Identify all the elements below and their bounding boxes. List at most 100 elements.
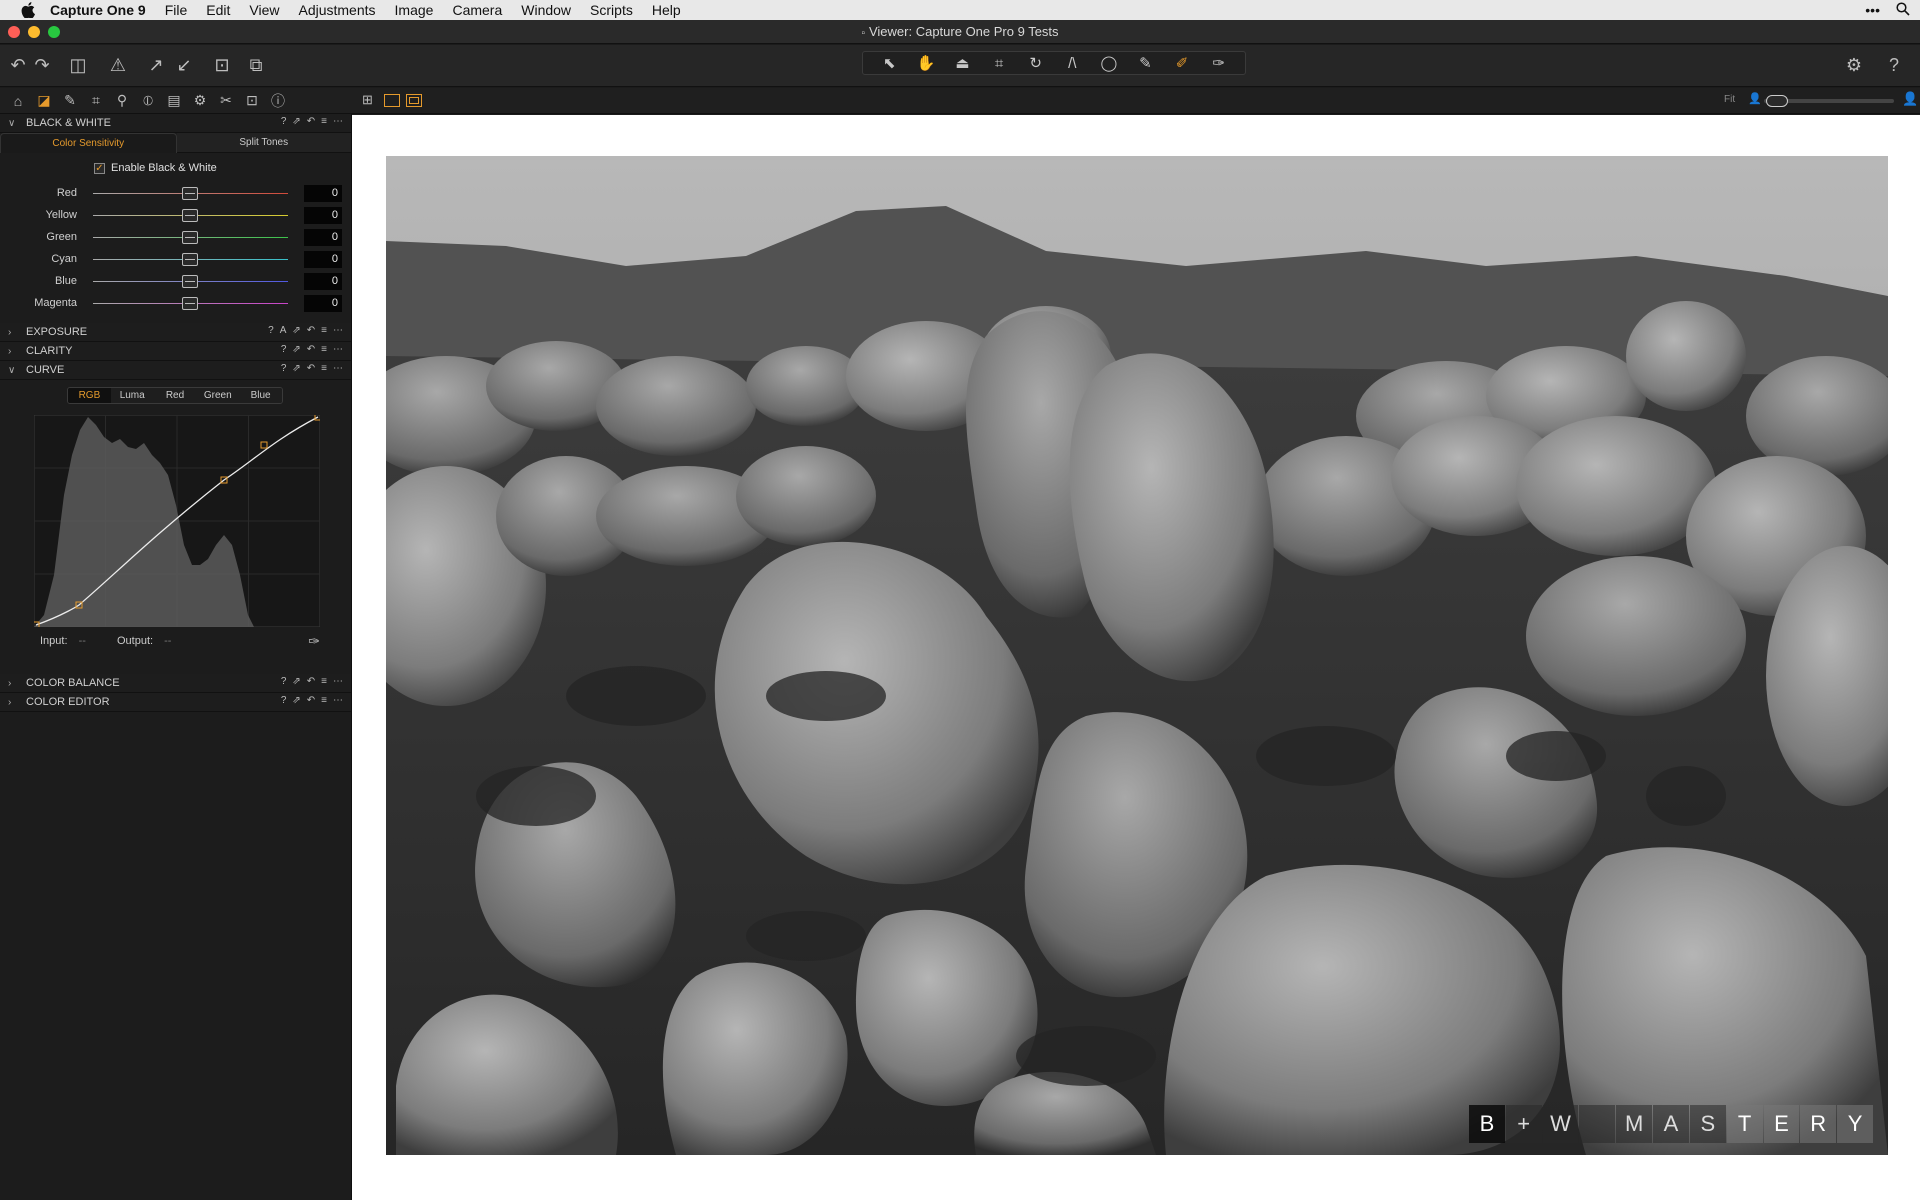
curve-tab-green[interactable]: Green (196, 388, 240, 403)
tool-menu-icon[interactable]: ⋯ (333, 676, 343, 687)
popout-icon[interactable]: ⇗ (292, 695, 300, 706)
slider-value[interactable]: 0 (304, 207, 342, 224)
batch-tab-icon[interactable]: ⊡ (242, 91, 262, 111)
help-icon[interactable]: ? (1882, 53, 1906, 77)
pan-hand-icon[interactable]: ✋ (912, 53, 940, 73)
auto-icon[interactable]: A (280, 325, 287, 336)
apply-adjustments-icon[interactable]: ↙ (172, 53, 196, 77)
tool-menu-icon[interactable]: ⋯ (333, 344, 343, 355)
slider-value[interactable]: 0 (304, 251, 342, 268)
styles-tab-icon[interactable]: ✂ (216, 91, 236, 111)
expand-chevron-icon[interactable]: › (8, 697, 20, 708)
menu-help[interactable]: Help (652, 2, 681, 18)
picker-icon[interactable]: ✑ (1205, 53, 1233, 73)
image-viewer[interactable] (352, 115, 1920, 1200)
copy-adjustments-icon[interactable]: ↗ (144, 53, 168, 77)
help-icon[interactable]: ? (281, 116, 287, 127)
slider-value[interactable]: 0 (304, 229, 342, 246)
popout-icon[interactable]: ⇗ (292, 363, 300, 374)
redo-icon[interactable]: ↷ (30, 53, 54, 77)
brush-icon[interactable]: ✎ (1131, 53, 1159, 73)
tool-menu-icon[interactable]: ⋯ (333, 116, 343, 127)
curve-tab-red[interactable]: Red (153, 388, 197, 403)
menu-file[interactable]: File (165, 2, 188, 18)
slider-value[interactable]: 0 (304, 273, 342, 290)
settings-gear-icon[interactable]: ⚙ (1842, 53, 1866, 77)
undo-icon[interactable]: ↶ (6, 53, 30, 77)
curve-tab-blue[interactable]: Blue (239, 388, 282, 403)
local-adjustments-tab-icon[interactable]: ✎ (60, 91, 80, 111)
details-tab-icon[interactable]: ⚲ (112, 91, 132, 111)
crop-tab-icon[interactable]: ⌗ (86, 91, 106, 111)
tool-menu-icon[interactable]: ⋯ (333, 363, 343, 374)
spot-removal-icon[interactable]: ◯ (1095, 53, 1123, 73)
menu-app-name[interactable]: Capture One 9 (50, 2, 146, 18)
menu-camera[interactable]: Camera (452, 2, 502, 18)
curve-header[interactable]: ∨ CURVE ? ⇗ ↶ ≡ ⋯ (0, 361, 351, 380)
tool-menu-icon[interactable]: ⋯ (333, 325, 343, 336)
reset-icon[interactable]: ↶ (307, 695, 315, 706)
reset-icon[interactable]: ↶ (307, 116, 315, 127)
curve-tab-luma[interactable]: Luma (110, 388, 154, 403)
slider-knob[interactable] (182, 275, 198, 288)
popout-icon[interactable]: ⇗ (292, 325, 300, 336)
slider-knob[interactable] (182, 253, 198, 266)
library-tab-icon[interactable]: ⌂ (8, 91, 28, 111)
rotate-icon[interactable]: ↻ (1022, 53, 1050, 73)
multi-view-icon[interactable] (406, 94, 422, 107)
menu-image[interactable]: Image (395, 2, 434, 18)
keystone-icon[interactable]: /\ (1058, 53, 1086, 73)
crop-icon[interactable]: ⌗ (985, 53, 1013, 73)
reset-icon[interactable]: ↶ (307, 676, 315, 687)
menu-adjustments[interactable]: Adjustments (298, 2, 375, 18)
before-after-icon[interactable]: ◫ (66, 53, 90, 77)
grid-view-icon[interactable]: ⊞ (362, 92, 380, 108)
menu-edit[interactable]: Edit (206, 2, 230, 18)
reset-icon[interactable]: ↶ (307, 344, 315, 355)
curve-tab-rgb[interactable]: RGB (68, 388, 111, 403)
help-icon[interactable]: ? (281, 695, 287, 706)
process-icon[interactable]: ⊡ (210, 53, 234, 77)
color-tab-icon[interactable]: ◪ (34, 91, 54, 111)
popout-icon[interactable]: ⇗ (292, 116, 300, 127)
single-view-icon[interactable] (384, 94, 400, 107)
curve-graph[interactable] (34, 415, 320, 627)
slider-knob[interactable] (182, 231, 198, 244)
color-balance-header[interactable]: › COLOR BALANCE ? ⇗ ↶ ≡ ⋯ (0, 674, 351, 693)
curve-picker-icon[interactable]: ✑ (308, 633, 320, 650)
stamp-icon[interactable]: ⏏ (948, 53, 976, 73)
collapse-chevron-icon[interactable]: ∨ (8, 118, 20, 129)
photo-black-white-rocks[interactable] (386, 156, 1888, 1155)
help-icon[interactable]: ? (281, 363, 287, 374)
expand-chevron-icon[interactable]: › (8, 346, 20, 357)
tool-menu-icon[interactable]: ⋯ (333, 695, 343, 706)
presets-icon[interactable]: ≡ (321, 116, 327, 127)
presets-icon[interactable]: ≡ (321, 676, 327, 687)
menu-window[interactable]: Window (521, 2, 571, 18)
help-icon[interactable]: ? (281, 344, 287, 355)
slider-knob[interactable] (182, 209, 198, 222)
tab-color-sensitivity[interactable]: Color Sensitivity (0, 133, 177, 153)
black-white-header[interactable]: ∨ BLACK & WHITE ? ⇗ ↶ ≡ ⋯ (0, 114, 351, 133)
popout-icon[interactable]: ⇗ (292, 676, 300, 687)
presets-icon[interactable]: ≡ (321, 344, 327, 355)
tab-split-tones[interactable]: Split Tones (176, 133, 351, 153)
slider-value[interactable]: 0 (304, 295, 342, 312)
menu-scripts[interactable]: Scripts (590, 2, 633, 18)
clarity-header[interactable]: › CLARITY ? ⇗ ↶ ≡ ⋯ (0, 342, 351, 361)
reset-icon[interactable]: ↶ (307, 325, 315, 336)
select-cursor-icon[interactable]: ⬉ (875, 53, 903, 73)
more-icon[interactable]: ••• (1865, 2, 1880, 18)
presets-icon[interactable]: ≡ (321, 695, 327, 706)
slider-knob[interactable] (182, 297, 198, 310)
output-tab-icon[interactable]: ⚙ (190, 91, 210, 111)
popout-icon[interactable]: ⇗ (292, 344, 300, 355)
exposure-warning-icon[interactable]: ⚠ (106, 53, 130, 77)
slider-value[interactable]: 0 (304, 185, 342, 202)
menu-view[interactable]: View (249, 2, 279, 18)
help-icon[interactable]: ? (281, 676, 287, 687)
presets-icon[interactable]: ≡ (321, 363, 327, 374)
spotlight-search-icon[interactable] (1896, 1, 1910, 19)
collapse-chevron-icon[interactable]: ∨ (8, 365, 20, 376)
color-editor-header[interactable]: › COLOR EDITOR ? ⇗ ↶ ≡ ⋯ (0, 693, 351, 712)
